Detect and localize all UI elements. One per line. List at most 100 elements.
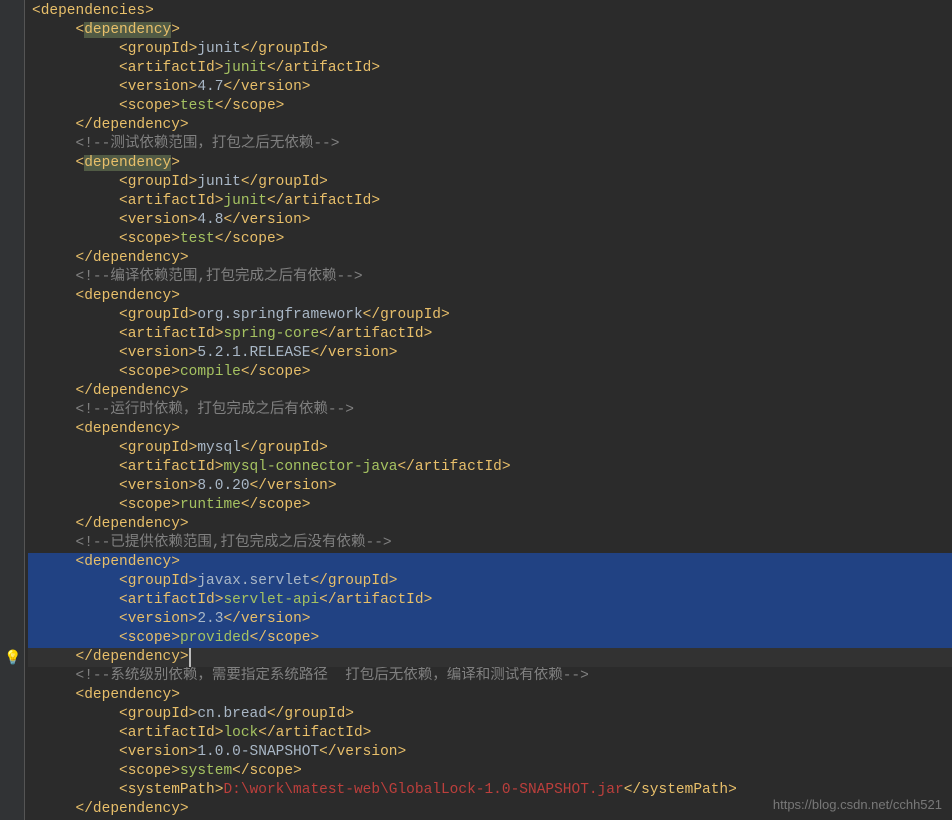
code-token: <scope> xyxy=(119,98,180,114)
code-token: org.springframework xyxy=(197,307,362,323)
code-line[interactable]: </dependency> xyxy=(28,249,952,268)
code-token: dependency xyxy=(84,22,171,38)
code-token: <systemPath> xyxy=(119,782,223,798)
code-token: </artifactId> xyxy=(267,193,380,209)
code-token: system xyxy=(180,763,232,779)
code-token: <artifactId> xyxy=(119,326,223,342)
code-token: </groupId> xyxy=(241,440,328,456)
code-token: <artifactId> xyxy=(119,459,223,475)
code-line[interactable]: </dependency> xyxy=(28,382,952,401)
code-line[interactable]: <artifactId>spring-core</artifactId> xyxy=(28,325,952,344)
code-token: <!--测试依赖范围，打包之后无依赖--> xyxy=(76,136,340,152)
code-token: <scope> xyxy=(119,630,180,646)
code-line[interactable]: <!--编译依赖范围,打包完成之后有依赖--> xyxy=(28,268,952,287)
code-token: </artifactId> xyxy=(258,725,371,741)
code-token: runtime xyxy=(180,497,241,513)
code-token: <groupId> xyxy=(119,174,197,190)
code-token: </groupId> xyxy=(267,706,354,722)
code-line[interactable]: <scope>test</scope> xyxy=(28,97,952,116)
code-line[interactable]: <version>5.2.1.RELEASE</version> xyxy=(28,344,952,363)
code-token: <scope> xyxy=(119,497,180,513)
code-token: </groupId> xyxy=(363,307,450,323)
code-token: </scope> xyxy=(215,98,285,114)
code-token: <groupId> xyxy=(119,440,197,456)
code-line[interactable]: <dependency> xyxy=(28,21,952,40)
code-line[interactable]: <!--已提供依赖范围,打包完成之后没有依赖--> xyxy=(28,534,952,553)
code-token: <artifactId> xyxy=(119,725,223,741)
code-token: dependency xyxy=(84,155,171,171)
code-token: </systemPath> xyxy=(624,782,737,798)
code-token: <groupId> xyxy=(119,307,197,323)
code-line[interactable]: </dependency> xyxy=(28,515,952,534)
code-line[interactable]: <version>1.0.0-SNAPSHOT</version> xyxy=(28,743,952,762)
code-line[interactable]: <artifactId>junit</artifactId> xyxy=(28,59,952,78)
code-line[interactable]: <groupId>org.springframework</groupId> xyxy=(28,306,952,325)
code-line[interactable]: <artifactId>lock</artifactId> xyxy=(28,724,952,743)
code-token: 4.7 xyxy=(197,79,223,95)
code-token: </scope> xyxy=(215,231,285,247)
code-token: D:\work\matest-web\GlobalLock-1.0-SNAPSH… xyxy=(223,782,623,798)
code-line[interactable]: <!--测试依赖范围，打包之后无依赖--> xyxy=(28,135,952,154)
code-token: mysql-connector-java xyxy=(223,459,397,475)
code-line[interactable]: <dependency> xyxy=(28,686,952,705)
code-line[interactable]: <groupId>junit</groupId> xyxy=(28,40,952,59)
code-token: javax.servlet xyxy=(197,573,310,589)
code-token: </groupId> xyxy=(241,41,328,57)
code-line[interactable]: <scope>test</scope> xyxy=(28,230,952,249)
code-token: </version> xyxy=(319,744,406,760)
code-token: </scope> xyxy=(241,364,311,380)
code-token: </dependency> xyxy=(76,383,189,399)
code-line[interactable]: </dependency> xyxy=(28,648,952,667)
code-token: <version> xyxy=(119,478,197,494)
code-token: <version> xyxy=(119,345,197,361)
code-token: <artifactId> xyxy=(119,193,223,209)
code-line[interactable]: <dependency> xyxy=(28,420,952,439)
code-line[interactable]: <dependency> xyxy=(28,553,952,572)
code-token: cn.bread xyxy=(197,706,267,722)
code-line[interactable]: <groupId>cn.bread</groupId> xyxy=(28,705,952,724)
code-line[interactable]: <groupId>javax.servlet</groupId> xyxy=(28,572,952,591)
code-token: <scope> xyxy=(119,231,180,247)
code-token: </dependency> xyxy=(76,801,189,817)
code-line[interactable]: <artifactId>servlet-api</artifactId> xyxy=(28,591,952,610)
code-token: <dependency> xyxy=(76,288,180,304)
code-line[interactable]: <scope>runtime</scope> xyxy=(28,496,952,515)
code-token: </groupId> xyxy=(310,573,397,589)
code-line[interactable]: <scope>system</scope> xyxy=(28,762,952,781)
code-line[interactable]: </dependency> xyxy=(28,116,952,135)
code-line[interactable]: <scope>provided</scope> xyxy=(28,629,952,648)
code-line[interactable]: <groupId>mysql</groupId> xyxy=(28,439,952,458)
code-token: </scope> xyxy=(241,497,311,513)
code-token: 2.3 xyxy=(197,611,223,627)
watermark: https://blog.csdn.net/cchh521 xyxy=(773,795,942,814)
code-token: < xyxy=(76,155,85,171)
code-line[interactable]: <artifactId>junit</artifactId> xyxy=(28,192,952,211)
code-token: <version> xyxy=(119,79,197,95)
code-line[interactable]: <artifactId>mysql-connector-java</artifa… xyxy=(28,458,952,477)
code-line[interactable]: <!--系统级别依赖，需要指定系统路径 打包后无依赖，编译和测试有依赖--> xyxy=(28,667,952,686)
code-line[interactable]: <dependency> xyxy=(28,287,952,306)
code-line[interactable]: <dependency> xyxy=(28,154,952,173)
code-token: compile xyxy=(180,364,241,380)
code-token: <groupId> xyxy=(119,41,197,57)
code-editor[interactable]: <dependencies> <dependency> <groupId>jun… xyxy=(0,0,952,819)
code-token: <scope> xyxy=(119,364,180,380)
code-line[interactable]: <version>8.0.20</version> xyxy=(28,477,952,496)
code-token: > xyxy=(171,22,180,38)
code-token: <!--系统级别依赖，需要指定系统路径 打包后无依赖，编译和测试有依赖--> xyxy=(76,668,589,684)
code-token: junit xyxy=(197,174,241,190)
code-token: > xyxy=(171,155,180,171)
code-line[interactable]: <dependencies> xyxy=(28,2,952,21)
code-line[interactable]: <version>4.7</version> xyxy=(28,78,952,97)
code-token: <groupId> xyxy=(119,573,197,589)
code-token: 5.2.1.RELEASE xyxy=(197,345,310,361)
code-token: <dependency> xyxy=(76,421,180,437)
code-token: junit xyxy=(223,60,267,76)
code-token: </version> xyxy=(310,345,397,361)
code-token: <!--运行时依赖，打包完成之后有依赖--> xyxy=(76,402,354,418)
code-line[interactable]: <groupId>junit</groupId> xyxy=(28,173,952,192)
code-line[interactable]: <!--运行时依赖，打包完成之后有依赖--> xyxy=(28,401,952,420)
code-line[interactable]: <scope>compile</scope> xyxy=(28,363,952,382)
code-line[interactable]: <version>2.3</version> xyxy=(28,610,952,629)
code-line[interactable]: <version>4.8</version> xyxy=(28,211,952,230)
